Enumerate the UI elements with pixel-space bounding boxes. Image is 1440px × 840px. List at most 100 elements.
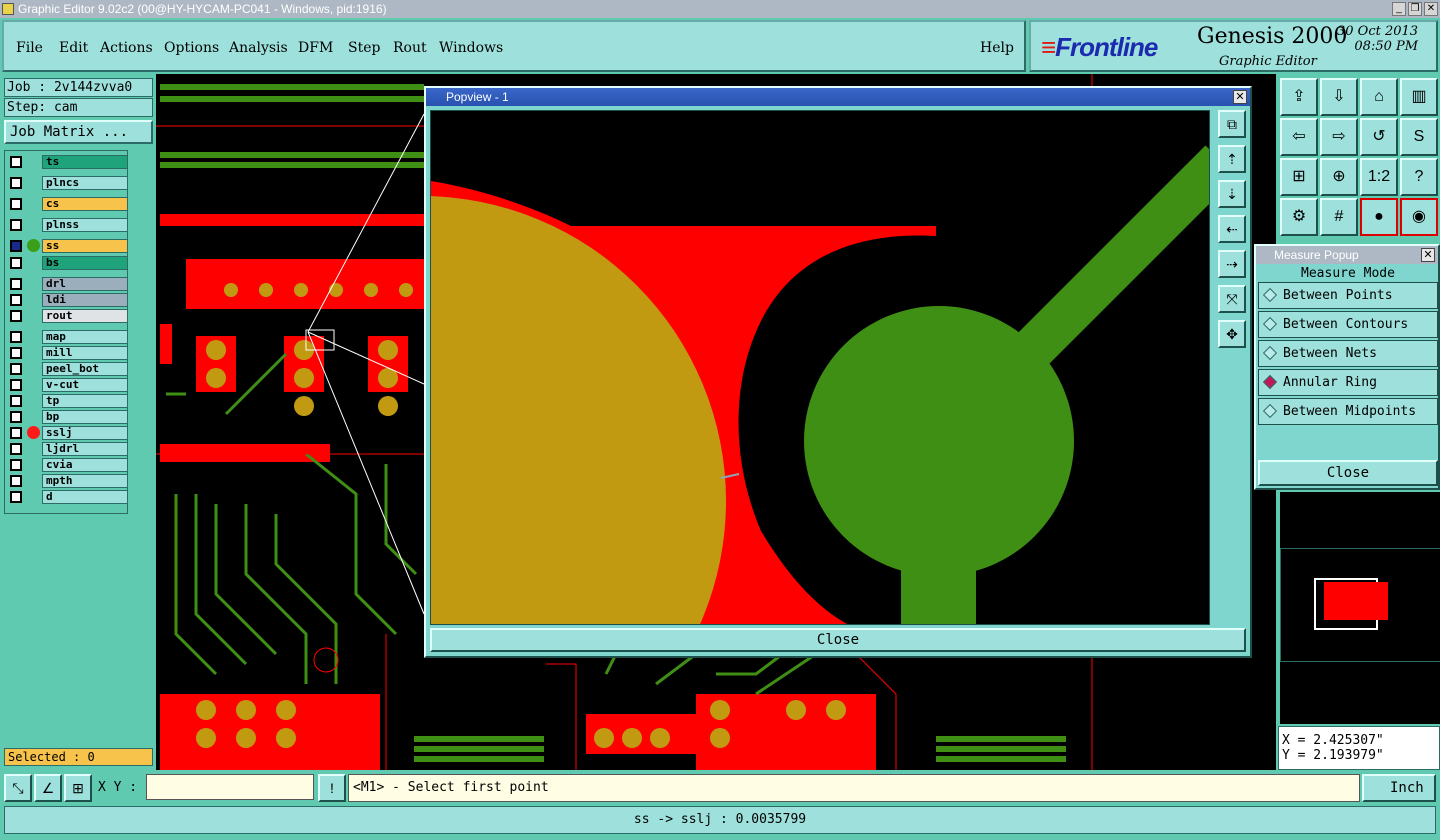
mode-annular-ring[interactable]: Annular Ring bbox=[1258, 369, 1438, 396]
mode-between-midpoints[interactable]: Between Midpoints bbox=[1258, 398, 1438, 425]
menu-rout[interactable]: Rout bbox=[393, 40, 427, 56]
angle-tool-icon[interactable]: ∠ bbox=[34, 774, 62, 802]
layer-row[interactable]: cs bbox=[8, 197, 128, 211]
layer-row[interactable]: rout bbox=[8, 309, 128, 323]
layer-checkbox[interactable] bbox=[10, 379, 22, 391]
menu-help[interactable]: Help bbox=[980, 40, 1014, 56]
mode-between-points[interactable]: Between Points bbox=[1258, 282, 1438, 309]
measure-tool-icon[interactable]: ⤡ bbox=[4, 774, 32, 802]
alert-icon[interactable]: ! bbox=[318, 774, 346, 802]
layer-row[interactable]: cvia bbox=[8, 458, 128, 472]
selected-count: Selected : 0 bbox=[4, 748, 153, 766]
overview-map[interactable] bbox=[1278, 492, 1440, 724]
grid-icon[interactable]: # bbox=[1320, 198, 1358, 236]
xy-input[interactable] bbox=[146, 774, 314, 800]
popview-close-icon[interactable]: ✕ bbox=[1233, 90, 1247, 104]
pan-down-tool-icon[interactable]: ⇩ bbox=[1320, 78, 1358, 116]
menu-analysis[interactable]: Analysis bbox=[229, 40, 288, 56]
layer-row[interactable]: v-cut bbox=[8, 378, 128, 392]
layer-checkbox[interactable] bbox=[10, 411, 22, 423]
layer-checkbox[interactable] bbox=[10, 177, 22, 189]
zoom-in-tool-icon[interactable]: ⊞ bbox=[1280, 158, 1318, 196]
menu-file[interactable]: File bbox=[16, 40, 43, 56]
layer-color-icon[interactable]: ● bbox=[1360, 198, 1398, 236]
layer-checkbox[interactable] bbox=[10, 363, 22, 375]
pan-left-tool-icon[interactable]: ⇦ bbox=[1280, 118, 1318, 156]
layer-name: peel_bot bbox=[42, 362, 128, 376]
layer-checkbox[interactable] bbox=[10, 491, 22, 503]
layer-checkbox[interactable] bbox=[10, 310, 22, 322]
layer-checkbox[interactable] bbox=[10, 459, 22, 471]
layer-checkbox[interactable] bbox=[10, 294, 22, 306]
restore-icon[interactable]: ❐ bbox=[1408, 2, 1422, 16]
layer-row[interactable]: sslj bbox=[8, 426, 128, 440]
layer-checkbox[interactable] bbox=[10, 198, 22, 210]
layer-row[interactable]: bs bbox=[8, 256, 128, 270]
close-icon[interactable]: ✕ bbox=[1424, 2, 1438, 16]
job-matrix-button[interactable]: Job Matrix ... bbox=[4, 120, 153, 144]
zoom-in-icon[interactable]: ⤧ bbox=[1218, 285, 1246, 313]
layer-row[interactable]: d bbox=[8, 490, 128, 504]
pan-down-icon[interactable]: ⇣ bbox=[1218, 180, 1246, 208]
layer-checkbox[interactable] bbox=[10, 257, 22, 269]
layer-row[interactable]: ss bbox=[8, 239, 128, 253]
pan-right-icon[interactable]: ⇢ bbox=[1218, 250, 1246, 278]
zoom-out-icon[interactable]: ✥ bbox=[1218, 320, 1246, 348]
layer-row[interactable]: mill bbox=[8, 346, 128, 360]
menu-edit[interactable]: Edit bbox=[59, 40, 88, 56]
popview-canvas[interactable] bbox=[430, 110, 1210, 625]
zoom-ratio-icon[interactable]: 1:2 bbox=[1360, 158, 1398, 196]
layer-checkbox[interactable] bbox=[10, 331, 22, 343]
layer-checkbox[interactable] bbox=[10, 278, 22, 290]
layer-row[interactable]: plncs bbox=[8, 176, 128, 190]
units-value: Inch bbox=[1390, 780, 1424, 796]
layer-row[interactable]: map bbox=[8, 330, 128, 344]
measure-close-button[interactable]: Close bbox=[1258, 460, 1438, 486]
layer-filter-icon[interactable]: ◉ bbox=[1400, 198, 1438, 236]
layer-row[interactable]: ldi bbox=[8, 293, 128, 307]
layer-checkbox[interactable] bbox=[10, 219, 22, 231]
home-icon[interactable]: ⌂ bbox=[1360, 78, 1398, 116]
snap-grid-icon[interactable]: ⊞ bbox=[64, 774, 92, 802]
layer-row[interactable]: mpth bbox=[8, 474, 128, 488]
menu-actions[interactable]: Actions bbox=[100, 40, 153, 56]
layer-checkbox[interactable] bbox=[10, 475, 22, 487]
layer-row[interactable]: ts bbox=[8, 155, 128, 169]
pan-up-tool-icon[interactable]: ⇪ bbox=[1280, 78, 1318, 116]
layer-row[interactable]: drl bbox=[8, 277, 128, 291]
layer-row[interactable]: ljdrl bbox=[8, 442, 128, 456]
menu-windows[interactable]: Windows bbox=[439, 40, 503, 56]
menu-dfm[interactable]: DFM bbox=[298, 40, 333, 56]
minimize-icon[interactable]: _ bbox=[1392, 2, 1406, 16]
layer-checkbox[interactable] bbox=[10, 395, 22, 407]
units-select[interactable]: Inch ▬ bbox=[1362, 774, 1436, 820]
layer-row[interactable]: bp bbox=[8, 410, 128, 424]
layer-checkbox[interactable] bbox=[10, 156, 22, 168]
layer-checkbox[interactable] bbox=[10, 347, 22, 359]
menu-options[interactable]: Options bbox=[164, 40, 219, 56]
pan-up-icon[interactable]: ⇡ bbox=[1218, 145, 1246, 173]
menu-step[interactable]: Step bbox=[348, 40, 380, 56]
split-view-icon[interactable]: ▥ bbox=[1400, 78, 1438, 116]
mode-between-nets[interactable]: Between Nets bbox=[1258, 340, 1438, 367]
datetime: 30 Oct 2013 08:50 PM bbox=[1337, 24, 1418, 54]
mode-between-contours[interactable]: Between Contours bbox=[1258, 311, 1438, 338]
pan-right-tool-icon[interactable]: ⇨ bbox=[1320, 118, 1358, 156]
zoom-out-tool-icon[interactable]: ⊕ bbox=[1320, 158, 1358, 196]
layer-checkbox[interactable] bbox=[10, 443, 22, 455]
pan-left-icon[interactable]: ⇠ bbox=[1218, 215, 1246, 243]
popview-close-button[interactable]: Close bbox=[430, 628, 1246, 652]
snap-settings-icon[interactable]: ⚙ bbox=[1280, 198, 1318, 236]
redraw-icon[interactable]: S bbox=[1400, 118, 1438, 156]
help-icon[interactable]: ? bbox=[1400, 158, 1438, 196]
measure-close-icon[interactable]: ✕ bbox=[1421, 248, 1435, 262]
undo-zoom-icon[interactable]: ↺ bbox=[1360, 118, 1398, 156]
layer-name: bs bbox=[42, 256, 128, 270]
layer-checkbox[interactable] bbox=[10, 240, 22, 252]
zoom-fit-icon[interactable]: ⧉ bbox=[1218, 110, 1246, 138]
layer-row[interactable]: peel_bot bbox=[8, 362, 128, 376]
window-title-bar: Graphic Editor 9.02c2 (00@HY-HYCAM-PC041… bbox=[0, 0, 1440, 18]
layer-checkbox[interactable] bbox=[10, 427, 22, 439]
layer-row[interactable]: plnss bbox=[8, 218, 128, 232]
layer-row[interactable]: tp bbox=[8, 394, 128, 408]
